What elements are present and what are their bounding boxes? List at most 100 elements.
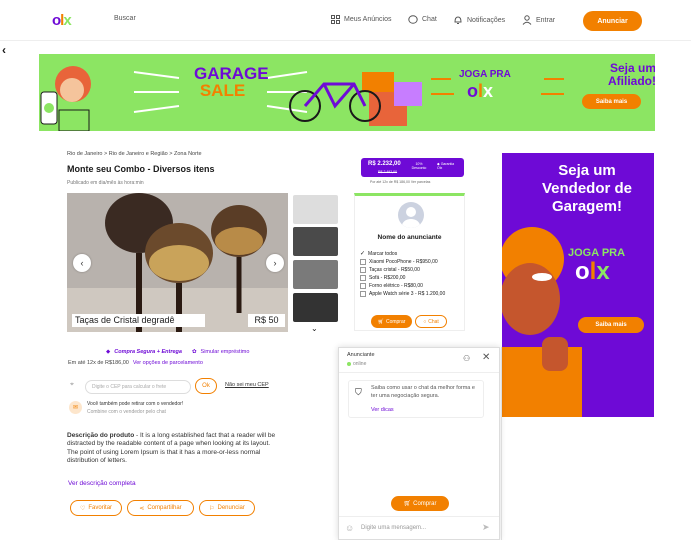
saiba-mais-button[interactable]: Saiba mais [582,94,641,109]
loan-icon: ✿ [191,349,197,355]
nao-sei-cep-link[interactable]: Não sei meu CEP [225,382,269,388]
item-checkbox[interactable]: Sofá - R$200,00 [360,275,445,281]
message-input[interactable]: Digite uma mensagem... [361,525,426,531]
chat-icon: ○ [423,318,427,325]
item-label: Taças cristal - R$50,00 [369,267,420,273]
header: olx Buscar Meus Anúncios Chat Notificaçõ… [0,0,691,41]
chat-button[interactable]: ○ Chat [415,315,447,328]
desconto-label: 10% Desconto [411,162,427,170]
simular-link[interactable]: Simular empréstimo [201,349,250,355]
side-banner-title: Seja um Vendedor de Garagem! [541,162,633,215]
bell-icon [454,16,462,24]
chat-comprar-button[interactable]: 🛒︎ Comprar [391,496,449,511]
favoritar-label: Favoritar [88,505,113,511]
seja-afiliado-title: Seja um Afiliado! [608,61,655,89]
comprar-button[interactable]: 🛒︎ Comprar [371,315,412,328]
thumbnail[interactable] [293,293,338,322]
chat-window: Anunciante online ⚇ ✕ ⛉ Saiba como usar … [338,347,500,540]
thumbnail[interactable] [293,195,338,224]
grid-icon [331,15,340,24]
cep-input[interactable]: Digite o CEP para calcular o frete [85,380,191,394]
checkbox-box [360,291,366,297]
item-checkbox[interactable]: Xiaomi PocoPhone - R$950,00 [360,259,445,265]
product-photo [67,193,288,332]
chevron-down-icon[interactable]: ⌄ [311,324,318,333]
retirar-line2: Combine com o vendedor pelo chat [87,409,166,415]
search-link[interactable]: Buscar [114,15,136,22]
denunciar-button[interactable]: ⚐ Denunciar [199,500,255,516]
chat-link[interactable]: Chat [408,15,437,24]
item-checkbox[interactable]: Taças cristal - R$50,00 [360,267,445,273]
meus-anuncios-link[interactable]: Meus Anúncios [331,15,391,24]
search-label: Buscar [114,15,136,22]
item-label: Sofá - R$200,00 [369,275,406,281]
user-icon[interactable]: ⚇ [463,354,470,363]
sale-label: SALE [199,81,246,100]
compartilhar-label: Compartilhar [147,505,182,511]
saiba-mais-button[interactable]: Saiba mais [578,317,644,333]
favoritar-button[interactable]: ♡ Favoritar [70,500,122,516]
olx-logo[interactable]: olx [52,12,72,29]
item-label: Apple Watch série 3 - R$ 1.200,00 [369,291,446,297]
retirar-line1: Você também pode retirar com o vendedor! [87,401,184,407]
page-title: Monte seu Combo - Diversos itens [67,164,215,174]
ver-dicas-link[interactable]: Ver dicas [371,407,394,413]
checkbox-box [360,259,366,265]
ver-descricao-link[interactable]: Ver descrição completa [68,480,136,487]
anunciar-button[interactable]: Anunciar [583,11,642,31]
price-card[interactable]: R$ 2.232,00 R$ 2.492,00 10% Desconto ◆ G… [361,158,464,177]
main-product-image[interactable] [67,193,288,332]
ok-button[interactable]: Ok [195,378,217,394]
garantia-badge: ◆ Garantia Olx [437,162,459,170]
divider [501,347,502,540]
heart-icon: ♡ [79,505,86,512]
item-checkbox[interactable]: Apple Watch série 3 - R$ 1.200,00 [360,291,445,297]
garantia-label: Garantia Olx [437,162,455,170]
garage-label: GARAGE [194,64,269,83]
item-checkbox[interactable]: Forno elétrico - R$80,00 [360,283,445,289]
compartilhar-button[interactable]: ⋖ Compartilhar [127,500,194,516]
online-status: online [347,361,366,367]
price-value: R$ 2.232,00 [368,161,401,167]
online-dot [347,362,351,366]
breadcrumb[interactable]: Rio de Janeiro > Rio de Janeiro e Região… [67,151,202,157]
joga-pra-label: JOGA PRA [459,69,511,80]
chat-icon [408,15,418,24]
close-icon[interactable]: ✕ [482,352,490,363]
top-banner[interactable]: GARAGE SALE JOGA PRA olx Seja um Afiliado… [39,54,655,131]
flag-icon: ⚐ [209,505,215,512]
back-arrow-icon[interactable]: ‹ [2,43,6,57]
description-label: Descrição do produto [67,432,135,439]
status-label: online [353,361,367,367]
user-icon [402,207,420,228]
meus-anuncios-label: Meus Anúncios [344,16,392,23]
advertiser-card: Nome do anunciante ✓ Marcar todos Xiaomi … [354,193,465,331]
checkbox-box [360,267,366,273]
divider [339,372,499,373]
old-price: R$ 2.492,00 [378,170,398,174]
prev-image-button[interactable]: ‹ [73,254,91,272]
notificacoes-label: Notificações [467,16,506,24]
entrar-link[interactable]: Entrar [522,15,555,25]
olx-banner-logo: olx [575,258,610,285]
next-image-button[interactable]: › [266,254,284,272]
image-price-tag: R$ 50 [248,314,285,327]
image-caption: Taças de Cristal degradê [72,314,205,327]
notificacoes-link[interactable]: Notificações [453,15,505,25]
checkbox-box [360,275,366,281]
checkbox-box [360,283,366,289]
thumbnail[interactable] [293,260,338,289]
thumbnail[interactable] [293,227,338,256]
parcel-label: Em até 12x de R$186,00 [68,360,129,366]
emoji-icon[interactable]: ☺ [345,523,354,533]
side-banner[interactable]: Seja um Vendedor de Garagem! JOGA PRA ol… [502,153,654,417]
shield-icon: ◆ [106,349,111,355]
send-icon[interactable]: ➤ [482,522,490,533]
advertiser-name: Nome do anunciante [377,234,442,241]
comprar-label: Comprar [385,318,406,325]
ver-opcoes-link[interactable]: Ver opções de parcelamento [133,360,203,366]
checkbox-marcar-todos[interactable]: ✓ Marcar todos [360,250,445,258]
olx-banner-logo: olx [467,81,494,101]
denunciar-label: Denunciar [217,505,245,511]
cart-icon: 🛒︎ [377,318,384,325]
